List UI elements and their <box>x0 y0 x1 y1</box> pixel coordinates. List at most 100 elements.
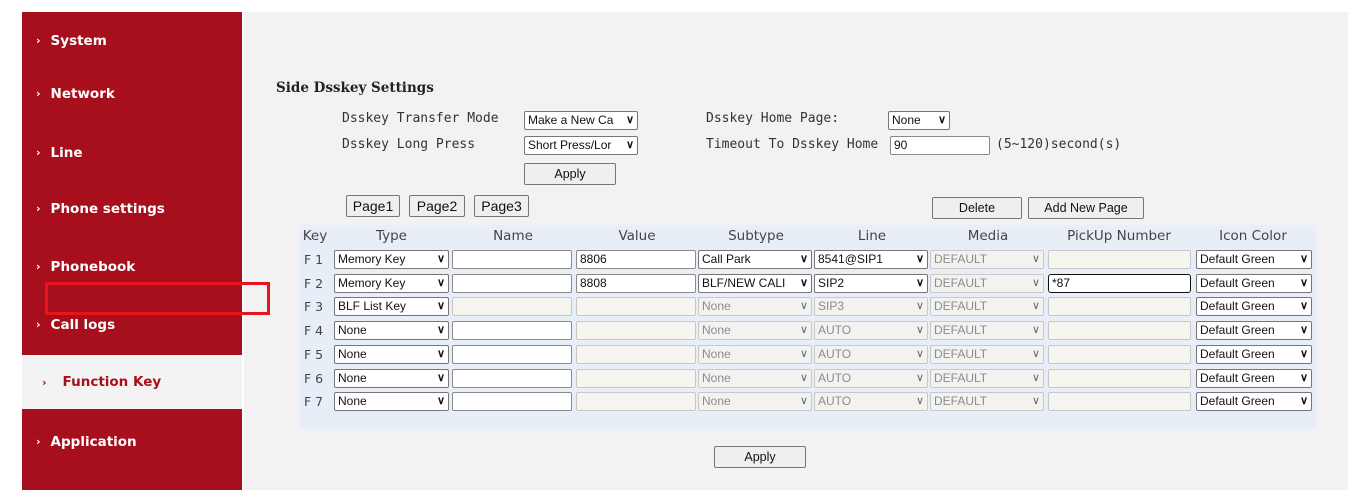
name-input[interactable] <box>452 344 572 364</box>
table-row: F 2 Memory Key ∨ 8808 BLF/NEW CALI ∨ SIP2 ∨ DEFA… <box>300 273 1316 295</box>
type-select[interactable]: None ∨ <box>334 321 449 341</box>
name-input[interactable] <box>452 392 572 412</box>
chevron-down-icon: ∨ <box>1031 276 1040 289</box>
apply-settings-button[interactable]: Apply <box>524 163 616 185</box>
icon-color-select[interactable]: Default Green ∨ <box>1196 250 1312 269</box>
chevron-down-icon: ∨ <box>1031 253 1040 265</box>
pickup-number-input[interactable] <box>1048 344 1191 364</box>
chevron-down-icon: ∨ <box>915 324 924 337</box>
chevron-down-icon: ∨ <box>915 347 924 360</box>
pickup-number-input[interactable] <box>1048 250 1191 269</box>
chevron-down-icon: ∨ <box>436 371 445 384</box>
type-select[interactable]: Memory Key ∨ <box>334 250 449 269</box>
name-input[interactable] <box>452 297 572 317</box>
media-select[interactable]: DEFAULT ∨ <box>930 273 1044 293</box>
value-input[interactable]: 8806 <box>576 250 696 269</box>
type-select[interactable]: Memory Key ∨ <box>334 273 449 293</box>
value-input[interactable] <box>576 392 696 412</box>
sidebar-item-label: Function Key <box>62 374 162 390</box>
value-input[interactable] <box>576 321 696 341</box>
type-select[interactable]: None ∨ <box>334 368 449 388</box>
tab-page1[interactable]: Page1 <box>346 195 400 217</box>
icon-color-select[interactable]: Default Green ∨ <box>1196 273 1312 293</box>
home-page-select[interactable]: None ∨ <box>888 111 950 130</box>
type-select[interactable]: BLF List Key ∨ <box>334 297 449 317</box>
icon-color-select[interactable]: Default Green ∨ <box>1196 321 1312 341</box>
line-select[interactable]: SIP3 ∨ <box>814 297 928 317</box>
name-input[interactable] <box>452 321 572 341</box>
subtype-select[interactable]: BLF/NEW CALI ∨ <box>698 273 812 293</box>
key-label: F 7 <box>304 394 324 410</box>
value-input[interactable] <box>576 297 696 317</box>
chevron-down-icon: ∨ <box>1031 371 1040 384</box>
sidebar-item-network[interactable]: › Network <box>22 65 242 122</box>
subtype-select[interactable]: None ∨ <box>698 321 812 341</box>
value-input[interactable]: 8808 <box>576 273 696 293</box>
table-row: F 4 None ∨ None ∨ AUTO ∨ DEFAULT ∨ Default Green ∨ <box>300 320 1316 342</box>
sidebar-item-label: Phone settings <box>50 200 165 217</box>
subtype-select[interactable]: None ∨ <box>698 344 812 364</box>
pickup-number-input[interactable] <box>1048 368 1191 388</box>
transfer-mode-select[interactable]: Make a New Ca ∨ <box>524 111 638 130</box>
chevron-down-icon: ∨ <box>1031 300 1040 313</box>
chevron-down-icon: ∨ <box>799 395 808 408</box>
highlight-box <box>45 282 270 315</box>
sidebar-item-label: Phonebook <box>50 258 136 275</box>
subtype-select[interactable]: None ∨ <box>698 297 812 317</box>
line-select[interactable]: AUTO ∨ <box>814 368 928 388</box>
sidebar-item-system[interactable]: › System <box>22 12 242 69</box>
long-press-select[interactable]: Short Press/Lor ∨ <box>524 136 638 155</box>
chevron-down-icon: ∨ <box>1031 324 1040 337</box>
sidebar-item-line[interactable]: › Line <box>22 124 242 181</box>
name-input[interactable] <box>452 250 572 269</box>
icon-color-select[interactable]: Default Green ∨ <box>1196 344 1312 364</box>
media-select[interactable]: DEFAULT ∨ <box>930 344 1044 364</box>
pickup-number-input[interactable] <box>1048 392 1191 412</box>
subtype-select[interactable]: None ∨ <box>698 368 812 388</box>
pickup-number-input[interactable]: *87 <box>1048 273 1191 293</box>
line-select[interactable]: AUTO ∨ <box>814 321 928 341</box>
media-select[interactable]: DEFAULT ∨ <box>930 392 1044 412</box>
apply-table-button[interactable]: Apply <box>714 446 806 468</box>
column-header: Type <box>375 228 407 244</box>
sidebar-item-label: Call logs <box>50 316 116 333</box>
add-new-page-button[interactable]: Add New Page <box>1028 197 1144 219</box>
line-select[interactable]: AUTO ∨ <box>814 392 928 412</box>
sidebar-item-application[interactable]: › Application <box>22 413 242 470</box>
line-select[interactable]: SIP2 ∨ <box>814 273 928 293</box>
sidebar: › System › Network › Line › Phone settin… <box>22 12 242 490</box>
media-select[interactable]: DEFAULT ∨ <box>930 250 1044 269</box>
type-select[interactable]: None ∨ <box>334 344 449 364</box>
chevron-right-icon: › <box>36 260 41 273</box>
chevron-down-icon: ∨ <box>915 300 924 313</box>
tab-page2[interactable]: Page2 <box>409 195 465 217</box>
chevron-down-icon: ∨ <box>1031 347 1040 360</box>
tab-page3[interactable]: Page3 <box>474 195 529 217</box>
media-select[interactable]: DEFAULT ∨ <box>930 368 1044 388</box>
value-input[interactable] <box>576 368 696 388</box>
value-input[interactable] <box>576 344 696 364</box>
type-select[interactable]: None ∨ <box>334 392 449 412</box>
chevron-down-icon: ∨ <box>1031 395 1040 408</box>
chevron-down-icon: ∨ <box>1299 395 1308 408</box>
timeout-input[interactable]: 90 <box>890 136 990 155</box>
media-select[interactable]: DEFAULT ∨ <box>930 321 1044 341</box>
pickup-number-input[interactable] <box>1048 321 1191 341</box>
delete-page-button[interactable]: Delete <box>932 197 1022 219</box>
sidebar-item-function-key[interactable]: › Function Key <box>22 355 242 409</box>
subtype-select[interactable]: Call Park ∨ <box>698 250 812 269</box>
icon-color-select[interactable]: Default Green ∨ <box>1196 392 1312 412</box>
media-select[interactable]: DEFAULT ∨ <box>930 297 1044 317</box>
line-select[interactable]: 8541@SIP1 ∨ <box>814 250 928 269</box>
line-select[interactable]: AUTO ∨ <box>814 344 928 364</box>
name-input[interactable] <box>452 273 572 293</box>
table-row: F 6 None ∨ None ∨ AUTO ∨ DEFAULT ∨ Default Green ∨ <box>300 368 1316 390</box>
pickup-number-input[interactable] <box>1048 297 1191 317</box>
icon-color-select[interactable]: Default Green ∨ <box>1196 297 1312 317</box>
chevron-right-icon: › <box>36 146 41 159</box>
icon-color-select[interactable]: Default Green ∨ <box>1196 368 1312 388</box>
sidebar-item-phone-settings[interactable]: › Phone settings <box>22 180 242 237</box>
subtype-select[interactable]: None ∨ <box>698 392 812 412</box>
name-input[interactable] <box>452 368 572 388</box>
chevron-down-icon: ∨ <box>436 276 445 289</box>
